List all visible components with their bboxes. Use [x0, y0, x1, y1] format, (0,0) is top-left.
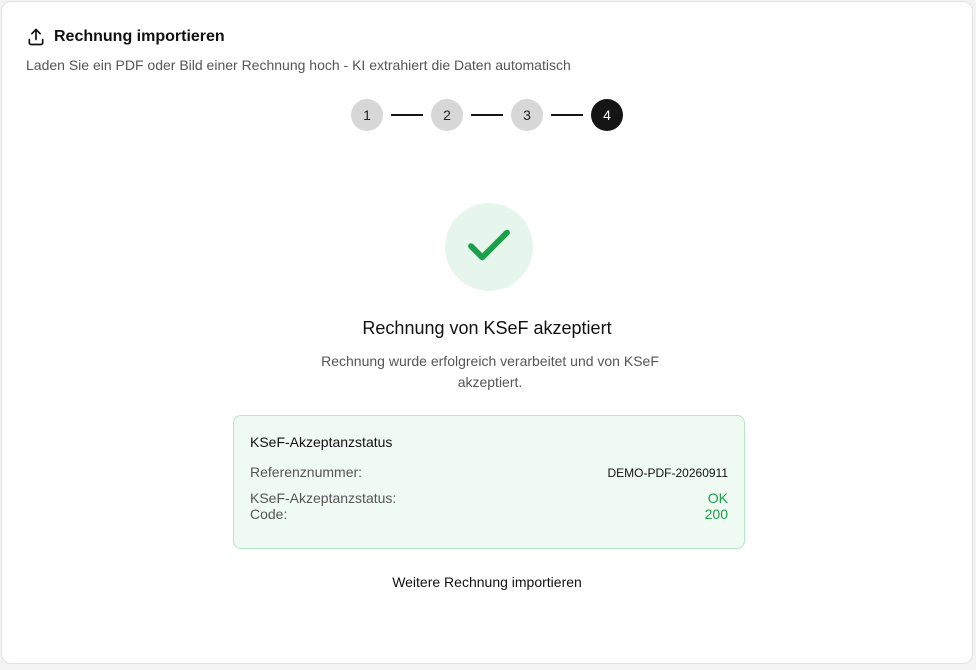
- title-row: Rechnung importieren: [26, 26, 948, 48]
- page-title: Rechnung importieren: [54, 28, 225, 45]
- step-2: 2: [431, 99, 463, 131]
- success-indicator: [445, 203, 533, 291]
- step-connector: [551, 114, 583, 116]
- import-card: Rechnung importieren Laden Sie ein PDF o…: [1, 1, 973, 664]
- reference-label: Referenznummer:: [250, 464, 363, 480]
- result-title: Rechnung von KSeF akzeptiert: [362, 318, 612, 338]
- upload-icon: [26, 27, 46, 47]
- card-header: Rechnung importieren Laden Sie ein PDF o…: [26, 26, 948, 73]
- reference-value: DEMO-PDF-20260911: [607, 466, 729, 480]
- ksef-status-panel: KSeF-Akzeptanzstatus Referenznummer: DEM…: [233, 415, 745, 549]
- step-1: 1: [351, 99, 383, 131]
- status-value: OK: [707, 490, 728, 506]
- page-subtitle: Laden Sie ein PDF oder Bild einer Rechnu…: [26, 57, 571, 73]
- code-row: Code: 200: [250, 506, 728, 522]
- status-heading: KSeF-Akzeptanzstatus: [250, 434, 393, 450]
- step-3: 3: [511, 99, 543, 131]
- status-label: KSeF-Akzeptanzstatus:: [250, 490, 397, 506]
- code-value: 200: [704, 506, 728, 522]
- status-row: KSeF-Akzeptanzstatus: OK: [250, 490, 728, 506]
- result-description: Rechnung wurde erfolgreich verarbeitet u…: [321, 353, 659, 390]
- step-connector: [471, 114, 503, 116]
- import-another-button[interactable]: Weitere Rechnung importieren: [2, 574, 972, 590]
- step-connector: [391, 114, 423, 116]
- step-4-active: 4: [591, 99, 623, 131]
- stepper: 1 2 3 4: [2, 99, 972, 131]
- check-icon: [462, 218, 516, 277]
- code-label: Code:: [250, 506, 288, 522]
- reference-row: Referenznummer: DEMO-PDF-20260911: [250, 464, 728, 480]
